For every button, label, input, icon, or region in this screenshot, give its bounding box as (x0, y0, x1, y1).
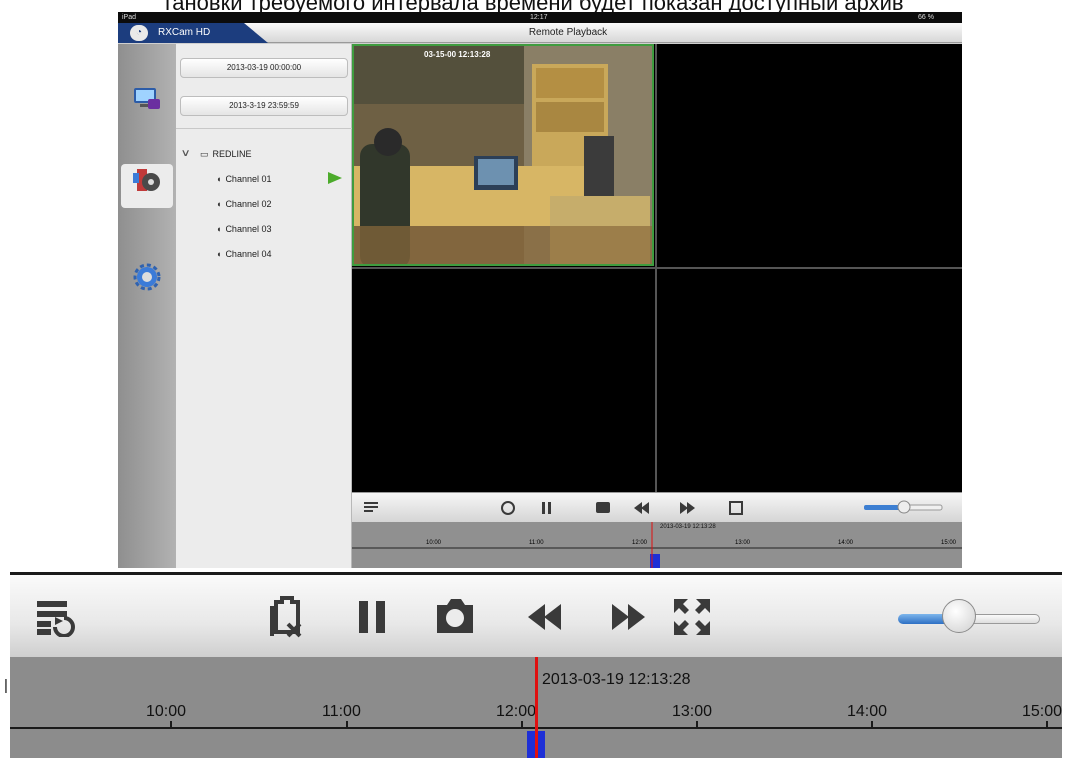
timeline-tick (696, 721, 698, 729)
volume-slider-knob[interactable] (942, 599, 976, 633)
timeline-tick-label: 13:00 (672, 703, 713, 720)
timeline-tick (346, 721, 348, 729)
dvr-icon: ▭ (200, 149, 209, 159)
channel-item-02[interactable]: ◖ Channel 02 (216, 197, 271, 211)
mini-tick-label: 14:00 (838, 540, 854, 546)
screen-title: Remote Playback (528, 27, 608, 38)
mini-tick-label: 13:00 (735, 540, 751, 546)
device-tree-panel: 2013-03-19 00:00:00 2013-3-19 23:59:59 ∨… (176, 44, 352, 568)
video-cell-2[interactable] (657, 44, 959, 266)
video-grid: 03-15-00 12:13:28 (352, 44, 962, 492)
mini-playback-toolbar (352, 492, 962, 522)
battery-label: 66 % (918, 14, 934, 21)
chevron-down-icon[interactable]: ∨ (181, 148, 191, 159)
timeline-cursor-label: 2013-03-19 12:13:28 (542, 671, 691, 688)
fast-forward-icon[interactable] (605, 597, 649, 637)
channel-label: Channel 03 (225, 224, 272, 234)
status-time: 12:17 (530, 14, 548, 21)
mini-tick-label: 11:00 (529, 540, 544, 546)
timeline-tick (1046, 721, 1048, 729)
timeline-tick-label: 15:00 (1022, 703, 1062, 720)
tree-divider (176, 128, 352, 129)
channel-item-03[interactable]: ◖ Channel 03 (216, 222, 271, 236)
playback-timeline[interactable]: | 10:00 11:00 12:00 13:00 14:00 15:00 20… (4, 657, 1062, 758)
timeline-tick (521, 721, 523, 729)
mini-tick-label: 15:00 (941, 540, 957, 546)
camera-icon: ◖ (216, 224, 222, 234)
video-osd-timestamp: 03-15-00 12:13:28 (424, 50, 491, 59)
video-cell-1[interactable]: 03-15-00 12:13:28 (352, 44, 654, 266)
clip-cut-icon[interactable] (266, 593, 306, 639)
device-node[interactable]: ▭ REDLINE (200, 147, 252, 161)
playback-toolbar (10, 572, 1062, 657)
timeline-tick-label: 14:00 (847, 703, 888, 720)
record-list-icon[interactable] (32, 595, 78, 639)
channel-item-01[interactable]: ◖ Channel 01 (216, 172, 271, 186)
ipad-screenshot: iPad 12:17 66 % RXCam HD ◔ Remote Playba… (118, 12, 962, 568)
partial-tick-label: | (4, 677, 8, 694)
pause-icon[interactable] (352, 597, 392, 637)
camera-frame-image (354, 46, 652, 264)
playback-icon[interactable] (121, 164, 173, 208)
camera-icon: ◖ (216, 199, 222, 209)
timeline-cursor[interactable] (535, 657, 538, 758)
video-cell-3[interactable] (352, 269, 654, 491)
camera-icon: ◖ (216, 249, 222, 259)
settings-icon[interactable] (121, 260, 173, 304)
timeline-tick (871, 721, 873, 729)
left-nav (118, 44, 176, 568)
ios-status-bar: iPad 12:17 66 % (118, 12, 962, 23)
end-date-field[interactable]: 2013-3-19 23:59:59 (180, 96, 348, 116)
fullscreen-icon[interactable] (670, 595, 714, 639)
camera-icon: ◖ (216, 174, 222, 184)
timeline-tick-label: 10:00 (146, 703, 187, 720)
app-logo-icon[interactable]: ◔ (130, 25, 148, 41)
channel-label: Channel 01 (225, 174, 272, 184)
snapshot-icon[interactable] (432, 595, 478, 639)
mini-timeline[interactable]: 2013-03-19 12:13:28 10:00 11:00 12:00 13… (352, 522, 962, 568)
app-name: RXCam HD (158, 27, 211, 38)
start-date-field[interactable]: 2013-03-19 00:00:00 (180, 58, 348, 78)
play-channel-icon[interactable] (328, 172, 342, 184)
device-label: iPad (122, 14, 137, 21)
device-name: REDLINE (212, 149, 252, 159)
mini-tick-label: 12:00 (632, 540, 648, 546)
mini-cursor-label: 2013-03-19 12:13:28 (660, 524, 716, 530)
title-bar: RXCam HD ◔ Remote Playback (118, 23, 962, 43)
channel-label: Channel 02 (225, 199, 272, 209)
timeline-tick-label: 11:00 (322, 703, 361, 720)
channel-label: Channel 04 (225, 249, 272, 259)
live-view-icon[interactable] (121, 82, 173, 126)
channel-item-04[interactable]: ◖ Channel 04 (216, 247, 271, 261)
timeline-tick-label: 12:00 (496, 703, 537, 720)
timeline-tick (170, 721, 172, 729)
rewind-icon[interactable] (524, 597, 568, 637)
video-cell-4[interactable] (657, 269, 959, 491)
mini-tick-label: 10:00 (426, 540, 442, 546)
